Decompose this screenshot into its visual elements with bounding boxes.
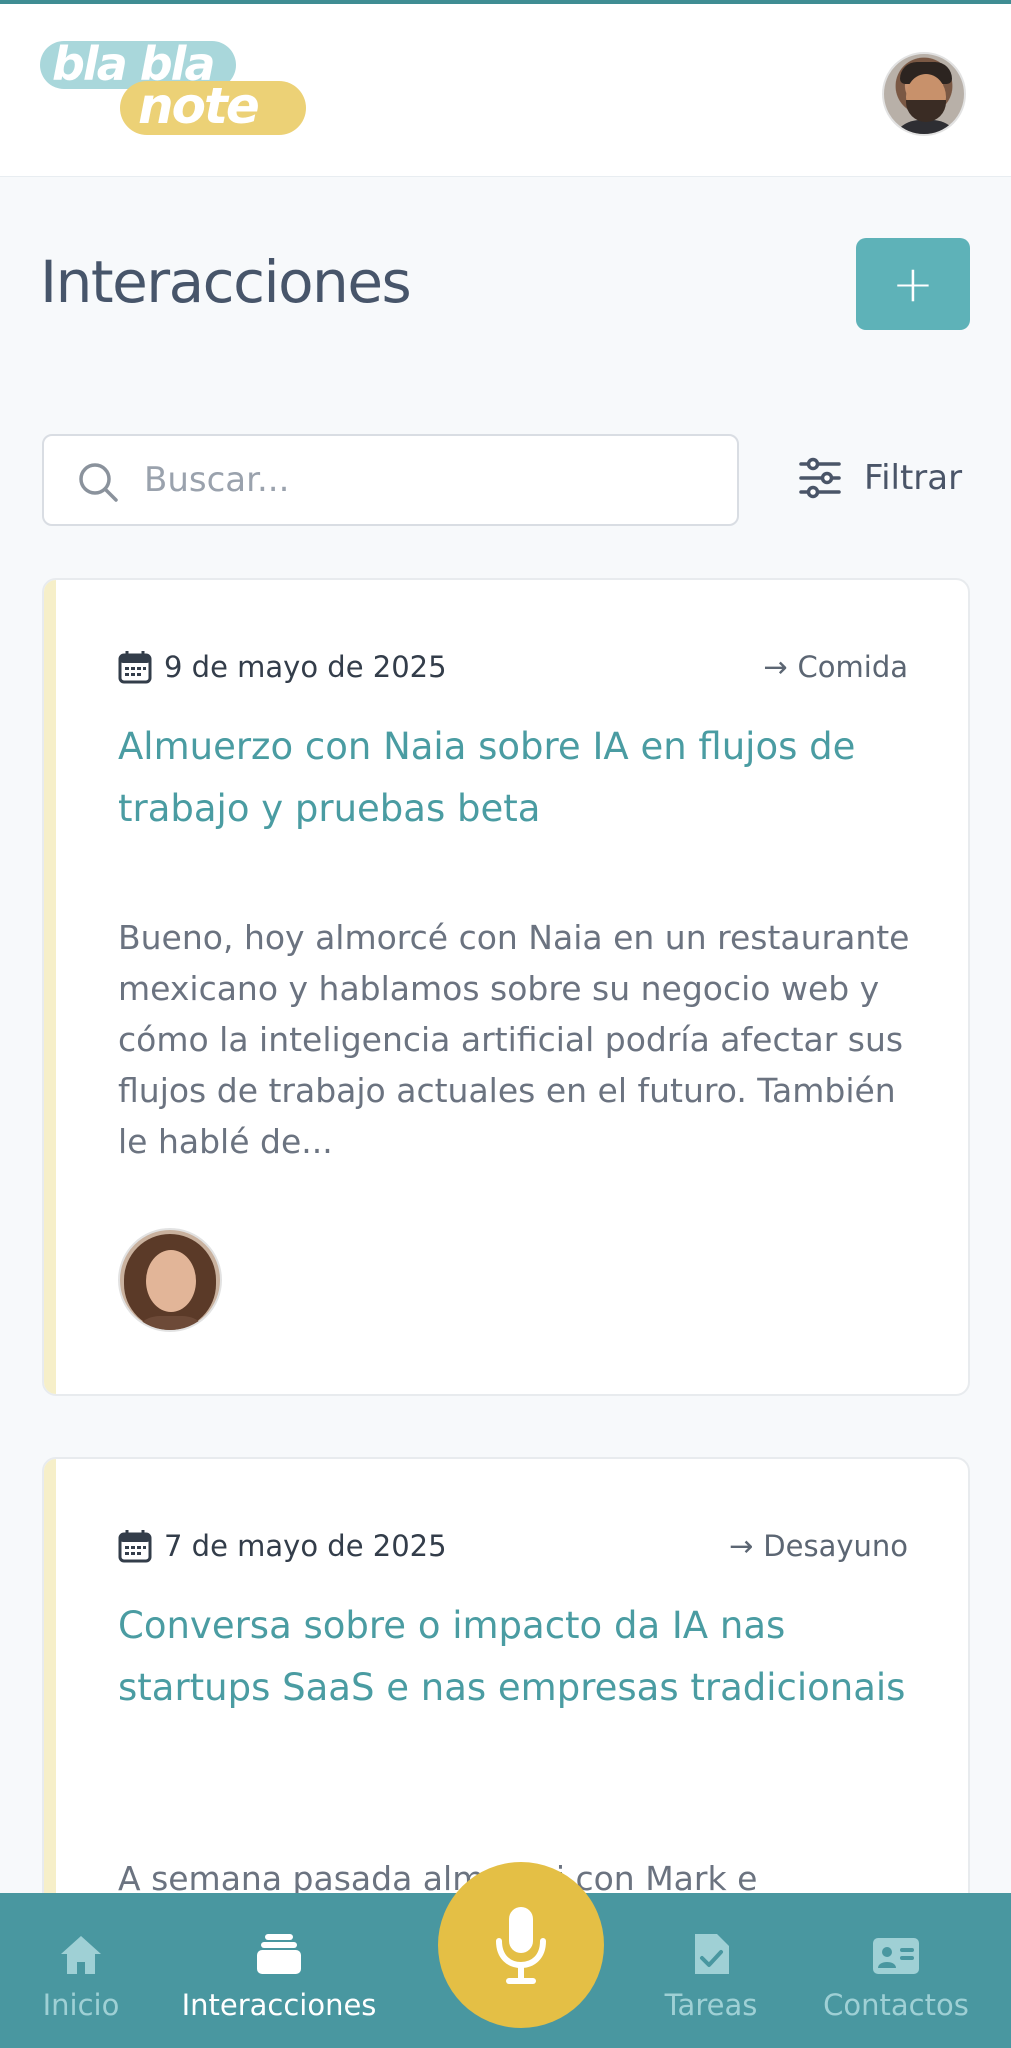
home-icon: [61, 1936, 101, 1974]
card-date-text: 7 de mayo de 2025: [164, 1529, 447, 1563]
card-title[interactable]: Conversa sobre o impacto da IA nas start…: [118, 1595, 948, 1719]
calendar-icon: [118, 1530, 152, 1563]
nav-label: Tareas: [664, 1988, 758, 2022]
filter-button[interactable]: Filtrar: [798, 456, 962, 500]
filter-label: Filtrar: [864, 458, 963, 498]
page-title: Interacciones: [40, 248, 412, 316]
contact-avatar[interactable]: [118, 1228, 222, 1332]
logo-text-bottom: note: [138, 77, 260, 135]
app-header: bla bla note: [0, 4, 1011, 177]
nav-item-contactos[interactable]: Contactos: [816, 1893, 976, 2048]
arrow-right-icon: →: [728, 1529, 754, 1563]
user-avatar[interactable]: [882, 52, 966, 136]
card-category: → Desayuno: [729, 1529, 908, 1563]
search-icon: [79, 463, 118, 502]
add-interaction-button[interactable]: +: [856, 238, 970, 330]
nav-label: Contactos: [823, 1988, 969, 2022]
card-summary: Bueno, hoy almorcé con Naia en un restau…: [118, 918, 910, 1161]
card-title[interactable]: Almuerzo con Naia sobre IA en flujos de …: [118, 716, 948, 840]
arrow-right-icon: →: [763, 650, 788, 684]
nav-label: Interacciones: [181, 1988, 377, 2022]
card-category-text: Comida: [797, 650, 908, 684]
task-icon: [695, 1934, 729, 1974]
calendar-icon: [118, 651, 152, 684]
nav-item-interacciones[interactable]: Interacciones: [178, 1893, 380, 2048]
search-box: [42, 434, 739, 526]
nav-label: Inicio: [42, 1988, 120, 2022]
stack-icon: [257, 1934, 301, 1974]
microphone-icon: [496, 1907, 546, 1984]
contact-card-icon: [873, 1938, 919, 1974]
app-logo[interactable]: bla bla note: [40, 37, 306, 141]
nav-item-inicio[interactable]: Inicio: [36, 1893, 126, 2048]
search-input[interactable]: [144, 436, 724, 524]
card-category: → Comida: [763, 650, 908, 684]
interaction-card[interactable]: 9 de mayo de 2025 → Comida Almuerzo con …: [42, 578, 970, 1396]
card-date-text: 9 de mayo de 2025: [164, 650, 447, 684]
card-category-text: Desayuno: [763, 1529, 908, 1563]
nav-item-tareas[interactable]: Tareas: [656, 1893, 766, 2048]
record-voice-button[interactable]: [438, 1862, 604, 2028]
card-accent-bar: [44, 580, 56, 1394]
sliders-icon: [799, 457, 841, 499]
card-date: 7 de mayo de 2025: [118, 1529, 447, 1563]
card-date: 9 de mayo de 2025: [118, 650, 447, 684]
